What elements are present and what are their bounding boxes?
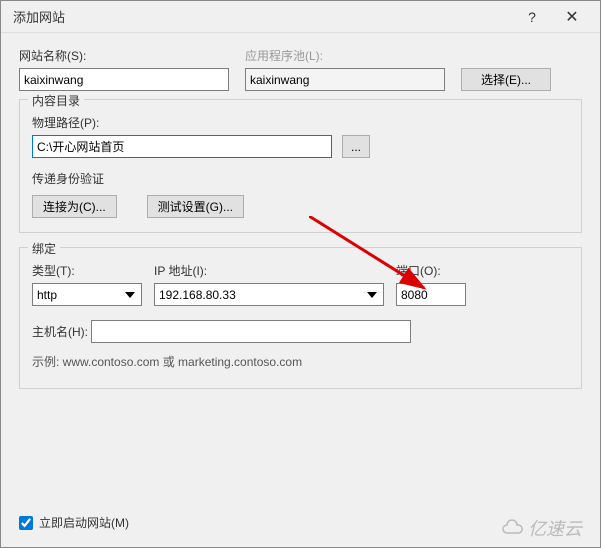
help-button[interactable]: ?	[512, 1, 552, 33]
dialog-content: 网站名称(S): 应用程序池(L): 选择(E)... 内容目录 物理路径(P)…	[1, 33, 600, 397]
add-website-dialog: 添加网站 ? ✕ 网站名称(S): 应用程序池(L): 选择(E)... 内容目…	[0, 0, 601, 548]
browse-button[interactable]: ...	[342, 135, 370, 158]
autostart-checkbox[interactable]	[19, 516, 33, 530]
binding-group: 绑定 类型(T): http IP 地址(I): 192.168.80.33 端…	[19, 247, 582, 389]
hostname-input[interactable]	[91, 320, 411, 343]
type-select[interactable]: http	[32, 283, 142, 306]
top-row: 网站名称(S): 应用程序池(L): 选择(E)...	[19, 47, 582, 91]
type-label: 类型(T):	[32, 262, 142, 279]
hostname-example: 示例: www.contoso.com 或 marketing.contoso.…	[32, 353, 569, 370]
binding-legend: 绑定	[28, 240, 60, 257]
site-name-label: 网站名称(S):	[19, 47, 229, 64]
ip-select[interactable]: 192.168.80.33	[154, 283, 384, 306]
select-app-pool-button[interactable]: 选择(E)...	[461, 68, 551, 91]
port-input[interactable]	[396, 283, 466, 306]
test-settings-button[interactable]: 测试设置(G)...	[147, 195, 244, 218]
autostart-label: 立即启动网站(M)	[39, 514, 129, 531]
physical-path-label: 物理路径(P):	[32, 114, 569, 131]
connect-as-button[interactable]: 连接为(C)...	[32, 195, 117, 218]
cloud-icon	[500, 519, 526, 537]
physical-path-input[interactable]	[32, 135, 332, 158]
close-button[interactable]: ✕	[552, 1, 592, 33]
site-name-input[interactable]	[19, 68, 229, 91]
ellipsis-icon: ...	[351, 140, 361, 154]
port-label: 端口(O):	[396, 262, 466, 279]
titlebar: 添加网站 ? ✕	[1, 1, 600, 33]
content-dir-legend: 内容目录	[28, 92, 84, 109]
dialog-title: 添加网站	[9, 7, 512, 26]
app-pool-label: 应用程序池(L):	[245, 47, 445, 64]
autostart-row[interactable]: 立即启动网站(M)	[19, 514, 129, 531]
hostname-label: 主机名(H):	[32, 325, 88, 339]
content-dir-group: 内容目录 物理路径(P): ... 传递身份验证 连接为(C)... 测试设置(…	[19, 99, 582, 233]
watermark: 亿速云	[500, 515, 582, 541]
app-pool-input	[245, 68, 445, 91]
pass-auth-label: 传递身份验证	[32, 170, 569, 187]
ip-label: IP 地址(I):	[154, 262, 384, 279]
